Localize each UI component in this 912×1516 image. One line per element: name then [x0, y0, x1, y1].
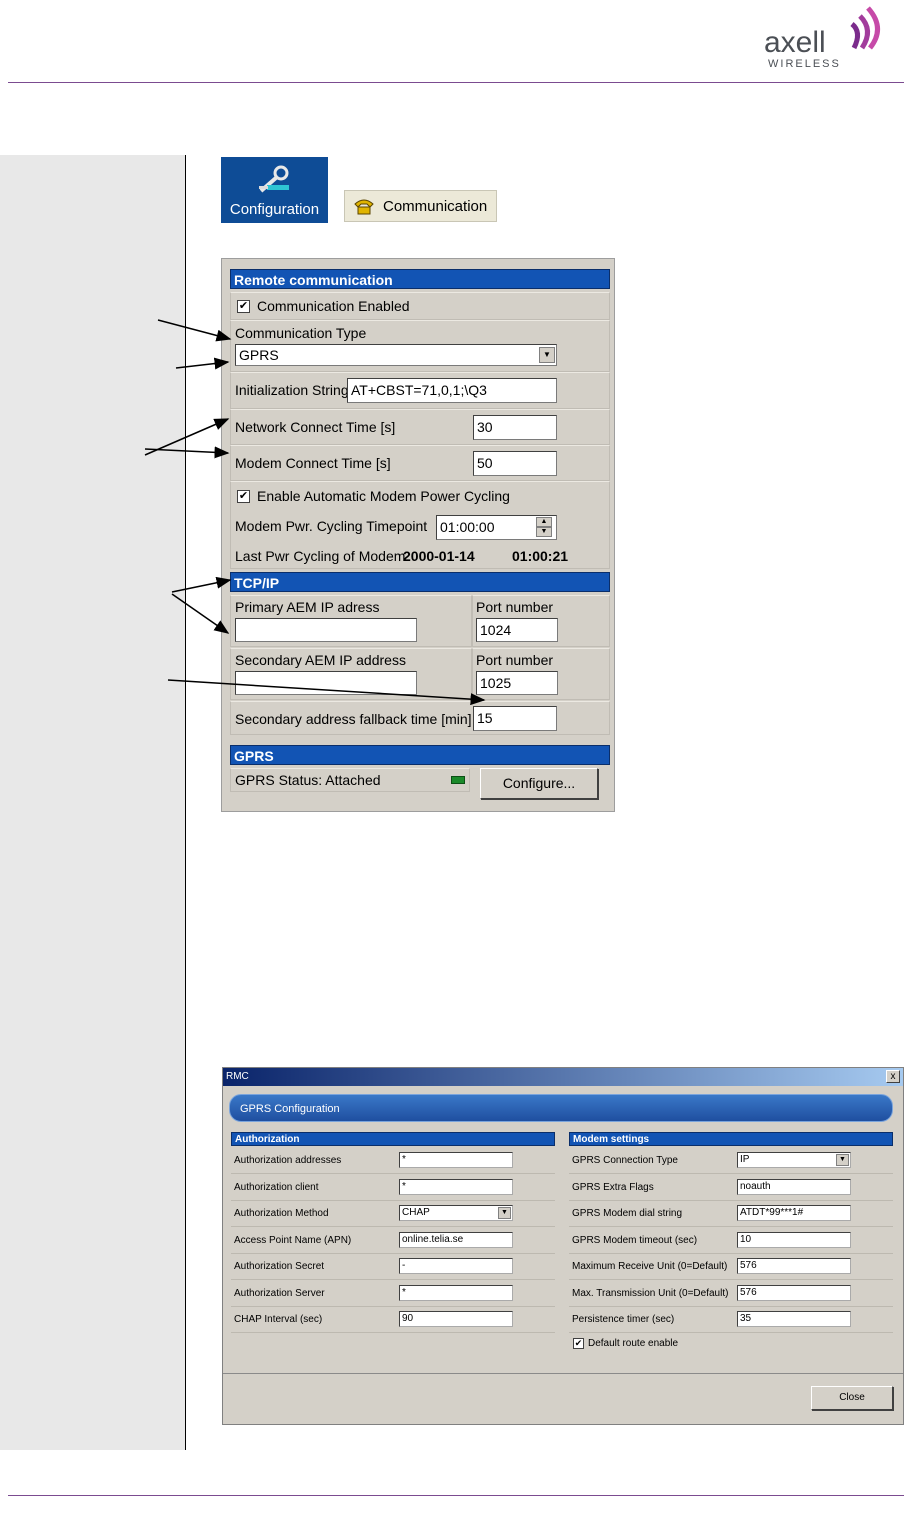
arrow-tcpip-header: [171, 576, 232, 593]
modem-field-row: Maximum Receive Unit (0=Default) 576: [569, 1254, 893, 1280]
authorization-field-label: Access Point Name (APN): [234, 1234, 352, 1246]
dialog-separator: [223, 1373, 903, 1374]
default-route-checkbox[interactable]: ✔: [573, 1338, 584, 1349]
modem-settings-header: Modem settings: [569, 1132, 893, 1146]
authorization-field-input[interactable]: *: [399, 1152, 513, 1168]
arrow-primary-ip: [171, 593, 230, 634]
arrow-fallback-time: [167, 679, 486, 706]
authorization-field-input[interactable]: online.telia.se: [399, 1231, 513, 1248]
authorization-field-label: Authorization Server: [234, 1287, 325, 1299]
modem-field-select[interactable]: IP: [737, 1152, 851, 1168]
authorization-field-row: Authorization addresses *: [231, 1148, 555, 1174]
authorization-field-row: Authorization Secret -: [231, 1254, 555, 1280]
modem-field-row: GPRS Modem dial string ATDT*99***1#: [569, 1201, 893, 1227]
modem-field-row: Persistence timer (sec) 35: [569, 1307, 893, 1333]
default-route-row: ✔ Default route enable: [569, 1333, 893, 1355]
authorization-field-input[interactable]: -: [399, 1258, 513, 1274]
authorization-field-label: Authorization client: [234, 1181, 319, 1193]
modem-field-row: GPRS Modem timeout (sec) 10: [569, 1228, 893, 1254]
authorization-field-row: Authorization Server *: [231, 1281, 555, 1307]
modem-field-input[interactable]: 10: [737, 1231, 851, 1248]
modem-field-input[interactable]: 576: [737, 1284, 851, 1301]
authorization-field-row: CHAP Interval (sec) 90: [231, 1307, 555, 1333]
authorization-field-row: Authorization client *: [231, 1175, 555, 1201]
chevron-down-icon[interactable]: ▼: [498, 1207, 511, 1219]
authorization-field-row: Authorization Method CHAP ▼: [231, 1201, 555, 1227]
modem-field-input[interactable]: 576: [737, 1258, 851, 1274]
authorization-field-label: Authorization Secret: [234, 1261, 325, 1272]
modem-field-label: GPRS Connection Type: [572, 1155, 678, 1166]
authorization-field-label: CHAP Interval (sec): [234, 1314, 323, 1325]
rmc-dialog: RMC x GPRS Configuration Authorization A…: [222, 1067, 904, 1425]
modem-field-input[interactable]: noauth: [737, 1178, 851, 1195]
dialog-title: RMC: [226, 1071, 249, 1082]
gprs-configuration-band: GPRS Configuration: [229, 1094, 893, 1122]
authorization-header: Authorization: [231, 1132, 555, 1146]
modem-field-row: Max. Transmission Unit (0=Default) 576: [569, 1281, 893, 1307]
close-icon[interactable]: x: [886, 1070, 900, 1083]
authorization-field-input[interactable]: *: [399, 1284, 513, 1301]
modem-field-label: Max. Transmission Unit (0=Default): [572, 1287, 729, 1299]
authorization-field-row: Access Point Name (APN) online.telia.se: [231, 1228, 555, 1254]
authorization-field-input[interactable]: 90: [399, 1311, 513, 1327]
dialog-titlebar: RMC: [223, 1068, 903, 1086]
chevron-down-icon[interactable]: ▼: [836, 1154, 849, 1166]
modem-field-label: Maximum Receive Unit (0=Default): [572, 1261, 728, 1272]
arrow-communication-select: [175, 357, 230, 370]
modem-field-input[interactable]: 35: [737, 1311, 851, 1327]
authorization-field-input[interactable]: *: [399, 1178, 513, 1195]
authorization-field-select[interactable]: CHAP: [399, 1205, 513, 1221]
close-button[interactable]: Close: [811, 1386, 893, 1410]
arrow-modem-connect: [144, 446, 230, 459]
default-route-label: Default route enable: [588, 1338, 679, 1349]
authorization-field-label: Authorization addresses: [234, 1155, 342, 1166]
modem-field-label: GPRS Modem timeout (sec): [572, 1234, 698, 1246]
modem-field-input[interactable]: ATDT*99***1#: [737, 1205, 851, 1221]
modem-field-label: GPRS Extra Flags: [572, 1181, 654, 1193]
arrow-communication-type: [157, 319, 232, 342]
authorization-field-label: Authorization Method: [234, 1208, 329, 1219]
modem-field-label: GPRS Modem dial string: [572, 1208, 683, 1219]
modem-field-row: GPRS Connection Type IP ▼: [569, 1148, 893, 1174]
modem-field-label: Persistence timer (sec): [572, 1314, 675, 1325]
modem-field-row: GPRS Extra Flags noauth: [569, 1175, 893, 1201]
